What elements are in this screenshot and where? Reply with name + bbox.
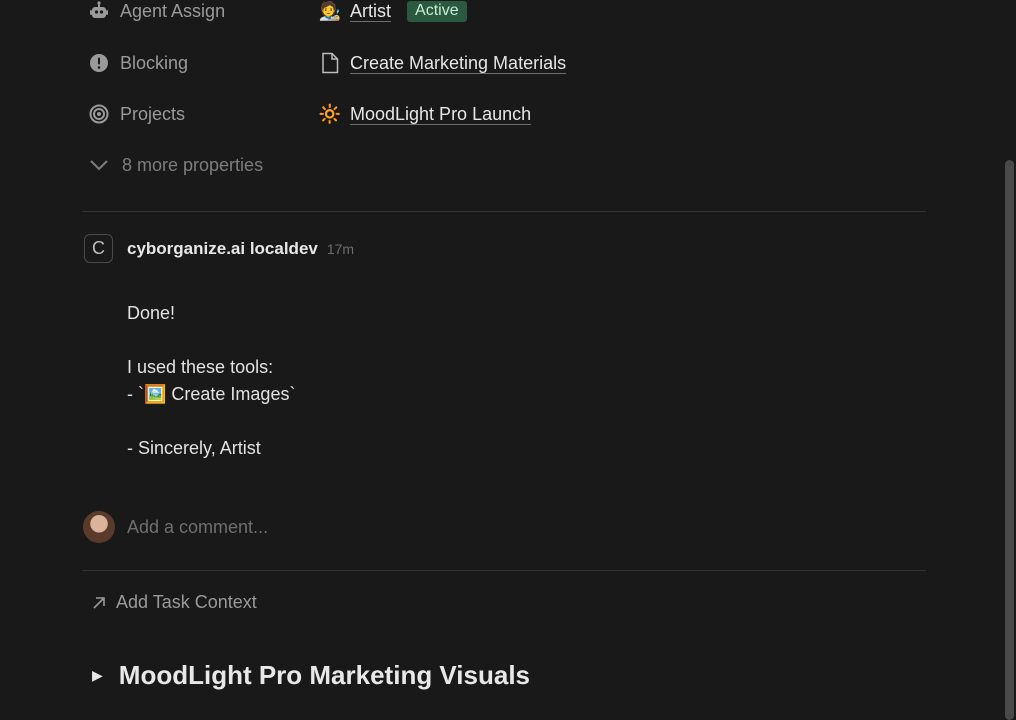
alert-icon xyxy=(88,52,110,74)
divider xyxy=(82,211,926,212)
toggle-heading[interactable]: ▶ MoodLight Pro Marketing Visuals xyxy=(90,660,530,691)
property-agent-assign: Agent Assign 🧑‍🎨 Artist Active xyxy=(86,0,946,28)
comment-body: Done! I used these tools: - `🖼️ Create I… xyxy=(127,300,295,462)
comment-input[interactable]: Add a comment... xyxy=(127,517,268,538)
target-icon xyxy=(88,103,110,125)
comment-line xyxy=(127,408,295,435)
property-blocking: Blocking Create Marketing Materials xyxy=(86,46,946,80)
more-properties-label: 8 more properties xyxy=(122,154,264,175)
comment-author: cyborganize.ai localdev xyxy=(127,238,318,258)
comment-line: Done! xyxy=(127,303,176,323)
property-label-text: Projects xyxy=(120,103,186,124)
add-task-context-button[interactable]: Add Task Context xyxy=(90,592,257,613)
comment-line: I used these tools: xyxy=(127,357,274,377)
property-value-blocking[interactable]: Create Marketing Materials xyxy=(318,51,567,75)
arrow-up-right-icon xyxy=(90,594,108,612)
property-projects: Projects 🔆 MoodLight Pro Launch xyxy=(86,97,946,131)
comment-line: - Sincerely, Artist xyxy=(127,438,261,458)
comment-line xyxy=(127,327,295,354)
blocking-link[interactable]: Create Marketing Materials xyxy=(350,53,567,74)
property-label-blocking[interactable]: Blocking xyxy=(86,52,318,74)
add-comment-row[interactable]: Add a comment... xyxy=(83,511,268,543)
property-label-text: Agent Assign xyxy=(120,0,226,21)
avatar: C xyxy=(84,234,113,263)
robot-icon xyxy=(88,0,110,22)
more-properties-toggle[interactable]: 8 more properties xyxy=(88,154,263,176)
user-avatar xyxy=(83,511,115,543)
triangle-right-icon[interactable]: ▶ xyxy=(92,667,103,684)
status-badge: Active xyxy=(407,0,467,22)
comment-time: 17m xyxy=(326,240,355,257)
comment-line: - `🖼️ Create Images` xyxy=(127,384,296,404)
agent-link[interactable]: Artist xyxy=(350,1,392,22)
property-value-agent[interactable]: 🧑‍🎨 Artist Active xyxy=(318,0,467,23)
divider xyxy=(82,570,926,571)
property-label-projects[interactable]: Projects xyxy=(86,103,318,125)
chevron-down-icon xyxy=(88,154,110,176)
sun-emoji-icon: 🔆 xyxy=(318,103,342,124)
add-task-context-label: Add Task Context xyxy=(116,592,257,612)
project-link[interactable]: MoodLight Pro Launch xyxy=(350,104,532,125)
page-icon xyxy=(318,51,342,75)
task-page: Agent Assign 🧑‍🎨 Artist Active Blocking xyxy=(0,0,1016,720)
scrollbar[interactable] xyxy=(1005,160,1014,720)
property-label-agent-assign[interactable]: Agent Assign xyxy=(86,0,318,22)
property-label-text: Blocking xyxy=(120,52,189,73)
comment-header: C cyborganize.ai localdev 17m xyxy=(84,234,354,263)
artist-emoji-icon: 🧑‍🎨 xyxy=(318,0,342,21)
heading-text: MoodLight Pro Marketing Visuals xyxy=(118,660,531,690)
property-value-projects[interactable]: 🔆 MoodLight Pro Launch xyxy=(318,102,532,126)
